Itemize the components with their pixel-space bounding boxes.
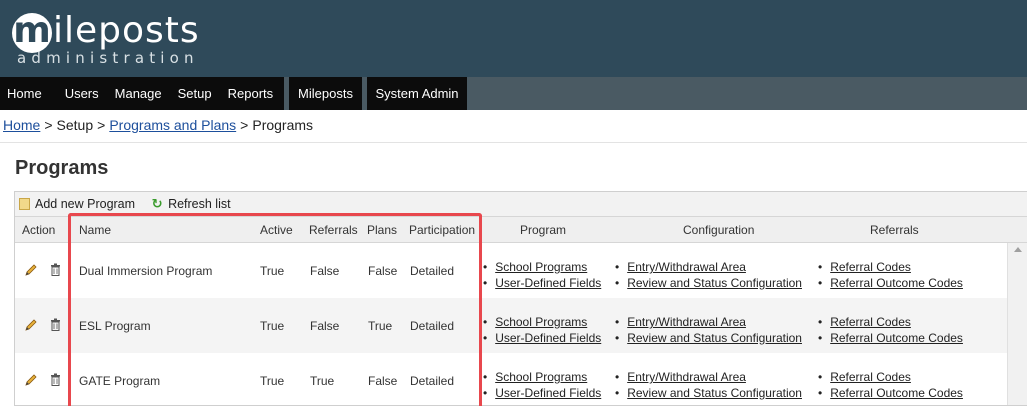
breadcrumb: Home > Setup > Programs and Plans > Programs xyxy=(3,117,313,133)
referral-codes-link[interactable]: Referral Codes xyxy=(830,315,911,329)
breadcrumb-separator: > xyxy=(44,117,53,133)
cell-referrals: False xyxy=(310,264,340,278)
cell-plans: False xyxy=(368,264,398,278)
delete-trash-icon[interactable] xyxy=(50,263,61,276)
programs-grid: Add new Program ↻ Refresh list Action Na… xyxy=(14,191,1027,406)
school-programs-link[interactable]: School Programs xyxy=(495,260,587,274)
configuration-links: Entry/Withdrawal Area Review and Status … xyxy=(615,260,802,291)
column-header-plans[interactable]: Plans xyxy=(367,223,397,237)
school-programs-link[interactable]: School Programs xyxy=(495,370,587,384)
cell-active: True xyxy=(260,264,285,278)
entry-withdrawal-area-link[interactable]: Entry/Withdrawal Area xyxy=(627,370,746,384)
column-header-name[interactable]: Name xyxy=(79,223,111,237)
breadcrumb-separator: > xyxy=(97,117,106,133)
nav-manage[interactable]: Manage xyxy=(108,86,169,101)
cell-participation: Detailed xyxy=(410,264,455,278)
grid-toolbar: Add new Program ↻ Refresh list xyxy=(15,192,1027,217)
edit-pencil-icon[interactable] xyxy=(25,374,37,386)
logo-letter: m xyxy=(12,10,52,53)
cell-plans: False xyxy=(368,374,398,388)
referral-codes-link[interactable]: Referral Codes xyxy=(830,370,911,384)
edit-pencil-icon[interactable] xyxy=(25,319,37,331)
grid-scrollbar[interactable] xyxy=(1007,243,1027,405)
table-row: GATE Program True True False Detailed Sc… xyxy=(15,353,1007,405)
cell-active: True xyxy=(260,319,285,333)
refresh-list-button[interactable]: ↻ Refresh list xyxy=(151,197,231,211)
breadcrumb-home[interactable]: Home xyxy=(3,117,40,133)
column-header-referrals[interactable]: Referrals xyxy=(309,223,358,237)
column-header-participation[interactable]: Participation xyxy=(409,223,475,237)
scroll-up-arrow-icon[interactable] xyxy=(1014,247,1022,252)
column-header-configuration: Configuration xyxy=(683,223,755,237)
nav-group-system: System Admin xyxy=(367,77,467,110)
referrals-links: Referral Codes Referral Outcome Codes xyxy=(818,260,963,291)
configuration-links: Entry/Withdrawal Area Review and Status … xyxy=(615,315,802,346)
add-icon xyxy=(19,198,30,210)
review-status-configuration-link[interactable]: Review and Status Configuration xyxy=(627,386,802,400)
nav-system-admin[interactable]: System Admin xyxy=(368,86,465,101)
referral-outcome-codes-link[interactable]: Referral Outcome Codes xyxy=(830,331,963,345)
program-links: School Programs User-Defined Fields xyxy=(483,370,601,401)
column-header-active[interactable]: Active xyxy=(260,223,293,237)
nav-group-mileposts: Mileposts xyxy=(289,77,362,110)
program-links: School Programs User-Defined Fields xyxy=(483,315,601,346)
configuration-links: Entry/Withdrawal Area Review and Status … xyxy=(615,370,802,401)
breadcrumb-setup: Setup xyxy=(56,117,94,133)
entry-withdrawal-area-link[interactable]: Entry/Withdrawal Area xyxy=(627,260,746,274)
refresh-icon: ↻ xyxy=(151,196,163,211)
cell-active: True xyxy=(260,374,285,388)
referral-codes-link[interactable]: Referral Codes xyxy=(830,260,911,274)
cell-name: GATE Program xyxy=(79,374,161,388)
column-header-referrals-links: Referrals xyxy=(870,223,919,237)
program-links: School Programs User-Defined Fields xyxy=(483,260,601,291)
referrals-links: Referral Codes Referral Outcome Codes xyxy=(818,370,963,401)
nav-group-main: Home Users Manage Setup Reports xyxy=(0,77,284,110)
cell-referrals: False xyxy=(310,319,340,333)
grid-header: Action Name Active Referrals Plans Parti… xyxy=(15,217,1027,243)
add-program-label: Add new Program xyxy=(35,197,136,211)
column-header-program: Program xyxy=(520,223,567,237)
app-header: m ileposts administration xyxy=(0,0,1027,77)
cell-participation: Detailed xyxy=(410,374,455,388)
school-programs-link[interactable]: School Programs xyxy=(495,315,587,329)
page-title: Programs xyxy=(15,157,109,179)
main-nav: Home Users Manage Setup Reports Milepost… xyxy=(0,77,1027,110)
user-defined-fields-link[interactable]: User-Defined Fields xyxy=(495,331,601,345)
breadcrumb-programs-and-plans[interactable]: Programs and Plans xyxy=(109,117,236,133)
referral-outcome-codes-link[interactable]: Referral Outcome Codes xyxy=(830,276,963,290)
column-header-action[interactable]: Action xyxy=(22,223,55,237)
review-status-configuration-link[interactable]: Review and Status Configuration xyxy=(627,331,802,345)
user-defined-fields-link[interactable]: User-Defined Fields xyxy=(495,276,601,290)
nav-users[interactable]: Users xyxy=(58,86,106,101)
breadcrumb-divider xyxy=(0,142,1027,143)
nav-home[interactable]: Home xyxy=(0,86,49,101)
logo-subtitle: administration xyxy=(17,49,199,67)
entry-withdrawal-area-link[interactable]: Entry/Withdrawal Area xyxy=(627,315,746,329)
breadcrumb-separator: > xyxy=(240,117,249,133)
cell-referrals: True xyxy=(310,374,335,388)
cell-participation: Detailed xyxy=(410,319,455,333)
edit-pencil-icon[interactable] xyxy=(25,264,37,276)
table-row: ESL Program True False True Detailed Sch… xyxy=(15,298,1007,353)
review-status-configuration-link[interactable]: Review and Status Configuration xyxy=(627,276,802,290)
referral-outcome-codes-link[interactable]: Referral Outcome Codes xyxy=(830,386,963,400)
add-program-button[interactable]: Add new Program xyxy=(19,197,135,211)
nav-reports[interactable]: Reports xyxy=(221,86,281,101)
delete-trash-icon[interactable] xyxy=(50,373,61,386)
user-defined-fields-link[interactable]: User-Defined Fields xyxy=(495,386,601,400)
logo-word: ileposts xyxy=(53,10,200,51)
nav-mileposts[interactable]: Mileposts xyxy=(291,86,360,101)
table-row: Dual Immersion Program True False False … xyxy=(15,243,1007,298)
nav-setup[interactable]: Setup xyxy=(171,86,219,101)
delete-trash-icon[interactable] xyxy=(50,318,61,331)
cell-name: ESL Program xyxy=(79,319,151,333)
cell-plans: True xyxy=(368,319,393,333)
cell-name: Dual Immersion Program xyxy=(79,264,213,278)
mileposts-logo[interactable]: m ileposts administration xyxy=(12,7,212,69)
referrals-links: Referral Codes Referral Outcome Codes xyxy=(818,315,963,346)
refresh-list-label: Refresh list xyxy=(168,197,231,211)
breadcrumb-current: Programs xyxy=(252,117,314,133)
